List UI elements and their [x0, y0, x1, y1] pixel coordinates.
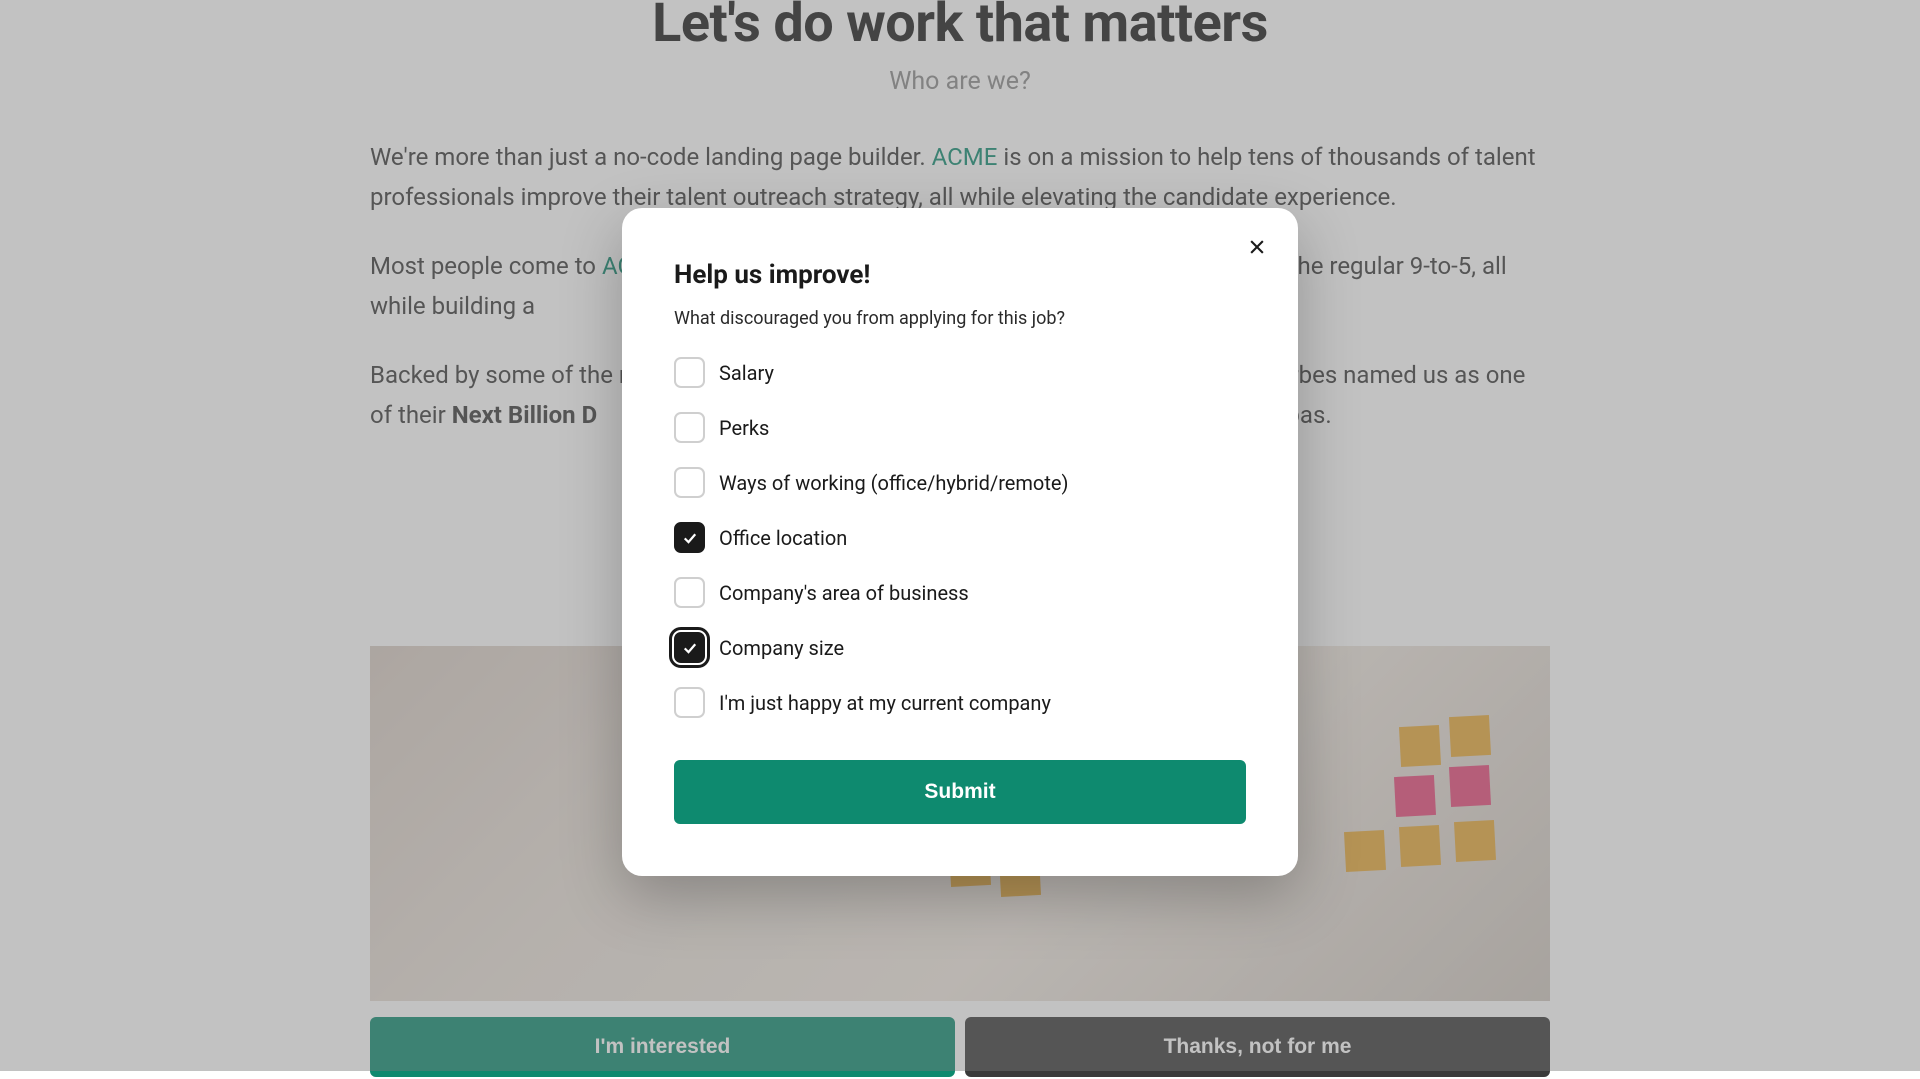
checkbox[interactable]	[674, 357, 705, 388]
submit-button[interactable]: Submit	[674, 760, 1246, 824]
checkbox-label: Perks	[719, 416, 769, 440]
checkbox-label: Company's area of business	[719, 581, 969, 605]
checkbox-row[interactable]: I'm just happy at my current company	[674, 687, 1246, 718]
checkbox[interactable]	[674, 577, 705, 608]
checkbox-row[interactable]: Ways of working (office/hybrid/remote)	[674, 467, 1246, 498]
check-icon	[681, 639, 699, 657]
checkbox-row[interactable]: Company's area of business	[674, 577, 1246, 608]
checkbox[interactable]	[674, 467, 705, 498]
checkbox-label: I'm just happy at my current company	[719, 691, 1051, 715]
close-button[interactable]	[1242, 232, 1272, 262]
checkbox[interactable]	[674, 632, 705, 663]
checkbox-label: Office location	[719, 526, 847, 550]
checkbox-label: Company size	[719, 636, 844, 660]
checkbox-label: Ways of working (office/hybrid/remote)	[719, 471, 1068, 495]
checkbox-row[interactable]: Office location	[674, 522, 1246, 553]
checkbox-row[interactable]: Salary	[674, 357, 1246, 388]
modal-title: Help us improve!	[674, 260, 1246, 290]
checkbox-row[interactable]: Company size	[674, 632, 1246, 663]
feedback-modal: Help us improve! What discouraged you fr…	[622, 208, 1298, 876]
close-icon	[1247, 237, 1267, 257]
check-icon	[681, 529, 699, 547]
checkbox-label: Salary	[719, 361, 774, 385]
checkbox[interactable]	[674, 687, 705, 718]
modal-question: What discouraged you from applying for t…	[674, 308, 1246, 329]
checkbox[interactable]	[674, 522, 705, 553]
checkbox[interactable]	[674, 412, 705, 443]
checkbox-row[interactable]: Perks	[674, 412, 1246, 443]
checkbox-group: Salary Perks Ways of working (office/hybri…	[674, 357, 1246, 718]
